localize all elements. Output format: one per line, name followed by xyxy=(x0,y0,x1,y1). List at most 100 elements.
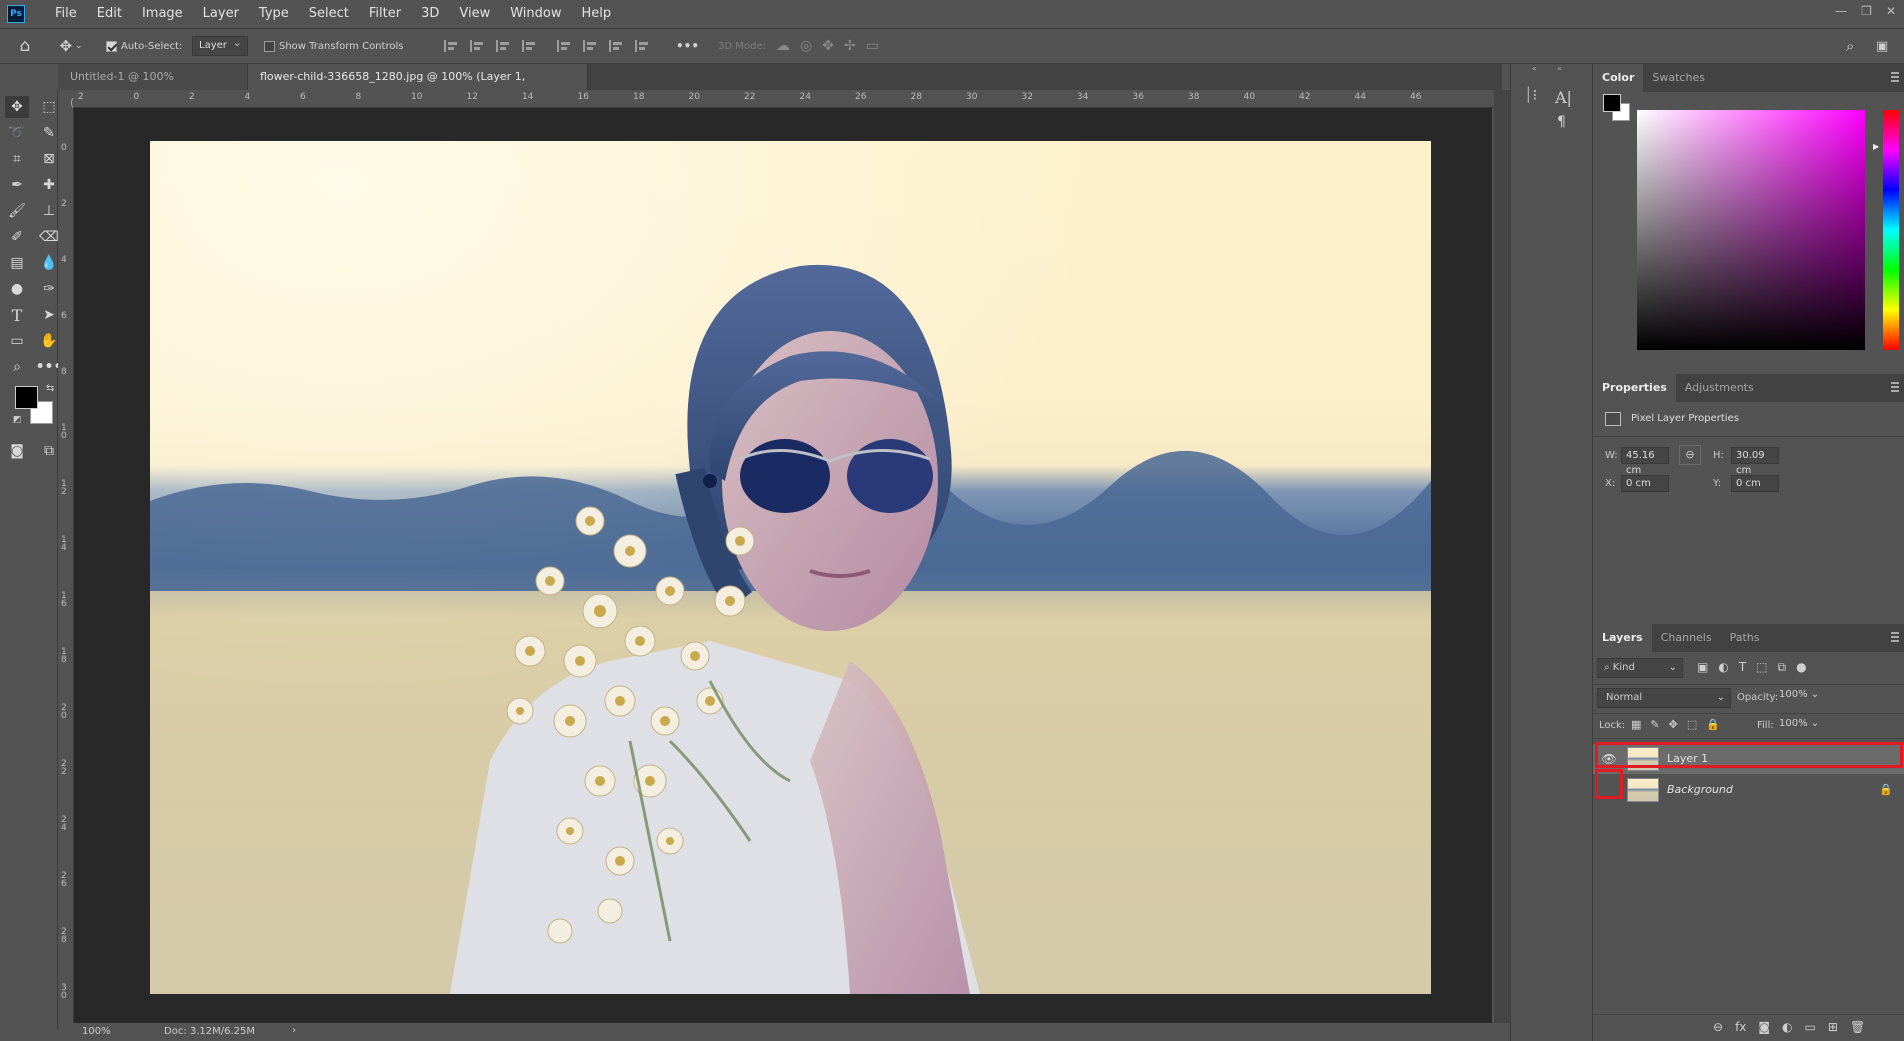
menu-select[interactable]: Select xyxy=(299,0,359,28)
menu-filter[interactable]: Filter xyxy=(359,0,411,28)
document-image[interactable] xyxy=(150,141,1431,994)
align-right-icon[interactable] xyxy=(496,40,510,52)
history-brush-tool-icon[interactable]: ✐ xyxy=(5,226,29,248)
align-top-icon[interactable] xyxy=(557,40,571,52)
filter-shape-icon[interactable]: ⬚ xyxy=(1756,660,1767,675)
lock-transparent-icon[interactable]: ▦ xyxy=(1631,718,1641,731)
tab-swatches[interactable]: Swatches xyxy=(1643,64,1714,92)
swap-colors-icon[interactable]: ⇆ xyxy=(46,383,54,394)
menu-help[interactable]: Help xyxy=(572,0,622,28)
panel-menu-icon[interactable] xyxy=(1891,382,1899,392)
hue-slider[interactable] xyxy=(1883,110,1899,350)
crop-tool-icon[interactable]: ⌗ xyxy=(5,148,29,170)
tab-flower-child[interactable]: flower-child-336658_1280.jpg @ 100% (Lay… xyxy=(248,64,588,109)
workspace-icon[interactable]: ▣ xyxy=(1876,29,1888,63)
status-menu-arrow[interactable]: › xyxy=(292,1025,296,1036)
quick-mask-icon[interactable]: ◙ xyxy=(5,440,29,462)
rectangle-tool-icon[interactable]: ▭ xyxy=(5,330,29,352)
link-dimensions-icon[interactable]: ⊖ xyxy=(1679,445,1701,465)
tab-properties[interactable]: Properties xyxy=(1593,374,1676,402)
paragraph-panel-icon[interactable]: ¶ xyxy=(1557,114,1566,130)
history-panel-icon[interactable]: ⏐⁝ xyxy=(1524,86,1537,104)
foreground-color-swatch[interactable] xyxy=(15,386,38,409)
filter-kind-dropdown[interactable]: ⌕ Kind ⌄ xyxy=(1597,658,1683,678)
layer-row-background[interactable]: Background 🔒 xyxy=(1593,775,1904,805)
menu-type[interactable]: Type xyxy=(249,0,299,28)
menu-file[interactable]: File xyxy=(45,0,87,28)
lock-position-icon[interactable]: ✥ xyxy=(1669,718,1678,731)
distribute-icon[interactable] xyxy=(522,40,536,52)
layer-row-layer-1[interactable]: 👁 Layer 1 xyxy=(1593,744,1904,774)
3d-camera-icon[interactable]: ▭ xyxy=(866,38,879,54)
vertical-scrollbar[interactable] xyxy=(1494,90,1510,1030)
layer-name[interactable]: Background xyxy=(1667,775,1733,805)
menu-image[interactable]: Image xyxy=(132,0,193,28)
zoom-level[interactable]: 100% xyxy=(82,1026,111,1037)
3d-roll-icon[interactable]: ◎ xyxy=(800,38,812,54)
tab-channels[interactable]: Channels xyxy=(1652,624,1721,652)
move-tool-preset-icon[interactable]: ✥ ⌄ xyxy=(56,29,86,63)
show-transform-checkbox[interactable]: Show Transform Controls xyxy=(264,29,403,63)
auto-select-target-dropdown[interactable]: Layer xyxy=(192,34,248,56)
new-adjustment-icon[interactable]: ◐ xyxy=(1782,1020,1792,1034)
minimize-button[interactable]: — xyxy=(1835,4,1847,18)
filter-toggle-icon[interactable]: ● xyxy=(1796,660,1806,675)
layer-lock-icon[interactable]: 🔒 xyxy=(1879,783,1893,796)
filter-smart-object-icon[interactable]: ⧉ xyxy=(1778,660,1787,675)
hue-slider-marker-icon[interactable]: ▶ xyxy=(1873,142,1879,151)
align-bottom-icon[interactable] xyxy=(609,40,623,52)
visibility-toggle-empty[interactable] xyxy=(1599,780,1619,800)
lock-all-icon[interactable]: 🔒 xyxy=(1706,718,1720,731)
fill-field[interactable]: 100% ⌄ xyxy=(1779,718,1819,729)
align-middle-icon[interactable] xyxy=(583,40,597,52)
default-colors-icon[interactable]: ◩ xyxy=(13,415,22,425)
3d-slide-icon[interactable]: ✢ xyxy=(844,38,856,54)
tab-layers[interactable]: Layers xyxy=(1593,624,1652,652)
menu-window[interactable]: Window xyxy=(500,0,571,28)
gradient-tool-icon[interactable]: ▤ xyxy=(5,252,29,274)
layer-name[interactable]: Layer 1 xyxy=(1667,744,1708,774)
tab-color[interactable]: Color xyxy=(1593,64,1644,92)
blend-mode-dropdown[interactable]: Normal ⌄ xyxy=(1597,688,1731,708)
color-panel-foreground[interactable] xyxy=(1603,94,1621,112)
panel-menu-icon[interactable] xyxy=(1891,632,1899,642)
align-center-icon[interactable] xyxy=(470,40,484,52)
new-group-icon[interactable]: ▭ xyxy=(1805,1020,1816,1034)
search-icon[interactable]: ⌕ xyxy=(1846,29,1854,63)
panel-menu-icon[interactable] xyxy=(1891,72,1899,82)
eyedropper-tool-icon[interactable]: ✒ xyxy=(5,174,29,196)
restore-button[interactable]: ❐ xyxy=(1861,4,1872,18)
move-tool-icon[interactable]: ✥ xyxy=(5,96,29,118)
filter-pixel-icon[interactable]: ▣ xyxy=(1697,660,1708,675)
character-panel-icon[interactable]: A| xyxy=(1555,88,1572,107)
tab-adjustments[interactable]: Adjustments xyxy=(1676,374,1763,402)
tab-paths[interactable]: Paths xyxy=(1721,624,1769,652)
filter-type-icon[interactable]: T xyxy=(1739,660,1746,675)
align-left-icon[interactable] xyxy=(444,40,458,52)
menu-layer[interactable]: Layer xyxy=(193,0,249,28)
dodge-tool-icon[interactable]: ● xyxy=(5,278,29,300)
lock-artboard-icon[interactable]: ⬚ xyxy=(1687,718,1697,731)
tab-untitled-1[interactable]: Untitled-1 @ 100% (RGB/8)× xyxy=(58,64,248,109)
height-field[interactable]: 30.09 cm xyxy=(1731,447,1779,476)
opacity-field[interactable]: 100% ⌄ xyxy=(1779,689,1819,700)
menu-3d[interactable]: 3D xyxy=(411,0,449,28)
menu-view[interactable]: View xyxy=(449,0,500,28)
visibility-eye-icon[interactable]: 👁 xyxy=(1599,749,1619,769)
distribute-vertical-icon[interactable] xyxy=(635,40,649,52)
y-field[interactable]: 0 cm xyxy=(1731,475,1779,492)
width-field[interactable]: 45.16 cm xyxy=(1621,447,1669,476)
filter-adjustment-icon[interactable]: ◐ xyxy=(1718,660,1728,675)
type-tool-icon[interactable]: T xyxy=(5,304,29,326)
auto-select-checkbox[interactable]: Auto-Select: xyxy=(106,29,182,63)
more-options-button[interactable]: ••• xyxy=(676,29,699,63)
3d-pan-icon[interactable]: ✥ xyxy=(822,38,834,54)
x-field[interactable]: 0 cm xyxy=(1621,475,1669,492)
home-icon[interactable]: ⌂ xyxy=(14,29,36,63)
zoom-tool-icon[interactable]: ⌕ xyxy=(5,356,29,378)
color-picker-field[interactable] xyxy=(1637,110,1865,350)
lock-image-icon[interactable]: ✎ xyxy=(1650,718,1659,731)
close-window-button[interactable]: ✕ xyxy=(1886,4,1896,18)
link-layers-icon[interactable]: ⊖ xyxy=(1713,1020,1723,1034)
layer-style-icon[interactable]: fx xyxy=(1735,1020,1746,1034)
